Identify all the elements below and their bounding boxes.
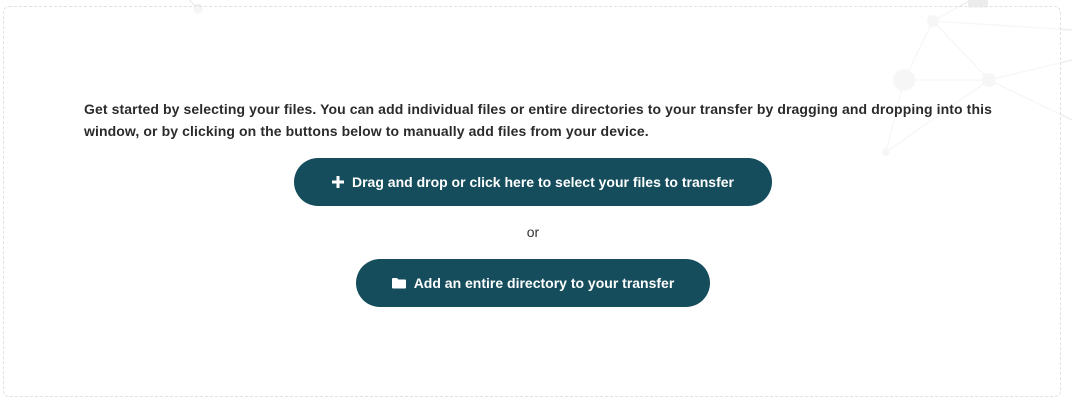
or-separator: or <box>526 224 540 240</box>
add-directory-label: Add an entire directory to your transfer <box>413 275 675 291</box>
upload-page: Get started by selecting your files. You… <box>0 0 1072 404</box>
select-files-label: Drag and drop or click here to select yo… <box>352 174 734 190</box>
folder-icon <box>391 277 406 289</box>
plus-icon <box>332 176 344 188</box>
add-directory-button[interactable]: Add an entire directory to your transfer <box>356 259 710 307</box>
intro-text: Get started by selecting your files. You… <box>84 101 992 139</box>
select-files-button[interactable]: Drag and drop or click here to select yo… <box>294 158 772 206</box>
